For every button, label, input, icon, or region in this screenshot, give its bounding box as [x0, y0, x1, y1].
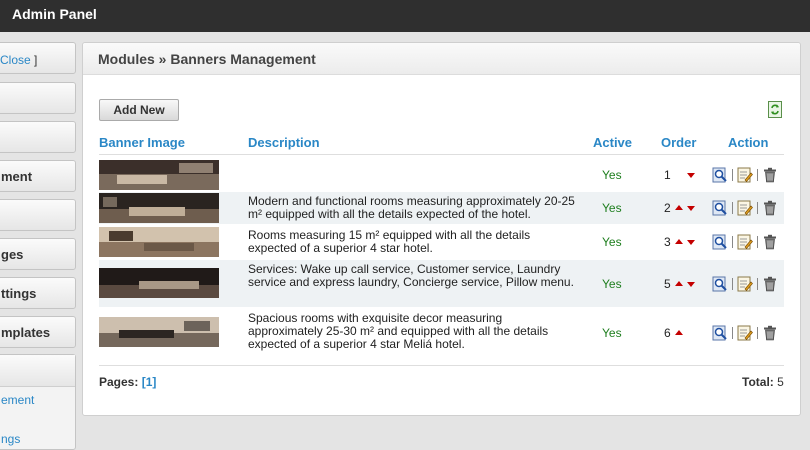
sidebar-item-7[interactable]: mplates	[0, 316, 76, 348]
close-link[interactable]: Close	[0, 53, 31, 67]
app-title: Admin Panel	[12, 6, 97, 22]
sidebar-item-label: ment	[1, 169, 33, 184]
row-active-status[interactable]: Yes	[602, 235, 622, 249]
banner-thumbnail[interactable]	[99, 160, 219, 190]
view-icon[interactable]	[712, 167, 728, 183]
table-row: Services: Wake up call service, Customer…	[99, 260, 784, 307]
action-separator	[757, 278, 758, 290]
move-up-icon[interactable]	[675, 239, 683, 244]
edit-icon[interactable]	[737, 234, 753, 250]
row-description: Modern and functional rooms measuring ap…	[248, 194, 575, 221]
add-new-button[interactable]: Add New	[99, 99, 179, 121]
sidebar-item-8[interactable]	[0, 355, 75, 387]
banner-thumbnail[interactable]	[99, 193, 219, 223]
table-row: Rooms measuring 15 m² equipped with all …	[99, 225, 784, 259]
sidebar-close: Close ]	[0, 53, 37, 67]
move-down-icon[interactable]	[687, 206, 695, 211]
sidebar-item-6[interactable]: ttings	[0, 277, 76, 309]
column-header-description[interactable]: Description	[248, 135, 320, 150]
total-count: Total: 5	[742, 375, 784, 389]
row-order-value: 1	[664, 168, 671, 182]
top-bar: Admin Panel	[0, 0, 810, 32]
action-separator	[732, 169, 733, 181]
move-up-icon[interactable]	[675, 330, 683, 335]
row-active-status[interactable]: Yes	[602, 201, 622, 215]
close-bracket: ]	[30, 53, 38, 67]
column-header-order[interactable]: Order	[661, 135, 696, 150]
header-divider	[99, 154, 784, 155]
sidebar: Close ] ment ges ttings mplates ement ng…	[0, 32, 78, 450]
refresh-icon[interactable]	[768, 101, 782, 118]
action-separator	[757, 236, 758, 248]
page-link-1[interactable]: [1]	[142, 375, 157, 389]
banner-thumbnail[interactable]	[99, 317, 219, 347]
action-separator	[757, 169, 758, 181]
table-row: Yes 1	[99, 159, 784, 191]
action-separator	[732, 202, 733, 214]
move-down-icon[interactable]	[687, 282, 695, 287]
banner-thumbnail[interactable]	[99, 227, 219, 257]
pagination: Pages: [1]	[99, 375, 156, 389]
sidebar-item-1[interactable]	[0, 82, 76, 114]
delete-icon[interactable]	[762, 234, 778, 250]
main-panel: Modules » Banners Management Add New Ban…	[82, 42, 801, 416]
action-separator	[732, 327, 733, 339]
table-row: Spacious rooms with exquisite decor meas…	[99, 308, 784, 356]
move-up-icon[interactable]	[675, 205, 683, 210]
view-icon[interactable]	[712, 234, 728, 250]
move-down-icon[interactable]	[687, 173, 695, 178]
footer-divider	[99, 365, 784, 366]
table-row: Modern and functional rooms measuring ap…	[99, 192, 784, 224]
sidebar-item-label: ges	[1, 247, 24, 262]
sidebar-item-label: ttings	[1, 286, 37, 301]
move-up-icon[interactable]	[675, 281, 683, 286]
row-description: Rooms measuring 15 m² equipped with all …	[248, 228, 531, 255]
delete-icon[interactable]	[762, 325, 778, 341]
edit-icon[interactable]	[737, 325, 753, 341]
row-active-status[interactable]: Yes	[602, 168, 622, 182]
edit-icon[interactable]	[737, 276, 753, 292]
move-down-icon[interactable]	[687, 240, 695, 245]
sidebar-open-section: ement ngs	[0, 354, 76, 450]
sidebar-item-3[interactable]: ment	[0, 160, 76, 192]
action-separator	[757, 202, 758, 214]
page-title: Modules » Banners Management	[98, 51, 316, 67]
sidebar-item-5[interactable]: ges	[0, 238, 76, 270]
row-description: Services: Wake up call service, Customer…	[248, 262, 574, 289]
total-label: Total:	[742, 375, 774, 389]
delete-icon[interactable]	[762, 200, 778, 216]
sidebar-item-2[interactable]	[0, 121, 76, 153]
action-separator	[757, 327, 758, 339]
sidebar-item-4[interactable]	[0, 199, 76, 231]
row-active-status[interactable]: Yes	[602, 326, 622, 340]
sidebar-sublink-2[interactable]: ngs	[1, 432, 20, 446]
column-header-banner-image[interactable]: Banner Image	[99, 135, 185, 150]
column-header-active[interactable]: Active	[593, 135, 632, 150]
row-order-value: 6	[664, 326, 671, 340]
sidebar-sublink-1[interactable]: ement	[1, 393, 34, 407]
row-description: Spacious rooms with exquisite decor meas…	[248, 311, 549, 351]
panel-header: Modules » Banners Management	[83, 43, 800, 75]
edit-icon[interactable]	[737, 200, 753, 216]
banner-thumbnail[interactable]	[99, 268, 219, 298]
view-icon[interactable]	[712, 276, 728, 292]
action-separator	[732, 278, 733, 290]
edit-icon[interactable]	[737, 167, 753, 183]
delete-icon[interactable]	[762, 276, 778, 292]
row-order-value: 5	[664, 277, 671, 291]
column-header-action: Action	[728, 135, 769, 150]
view-icon[interactable]	[712, 200, 728, 216]
pages-label: Pages:	[99, 375, 139, 389]
view-icon[interactable]	[712, 325, 728, 341]
delete-icon[interactable]	[762, 167, 778, 183]
action-separator	[732, 236, 733, 248]
row-order-value: 2	[664, 201, 671, 215]
row-active-status[interactable]: Yes	[602, 277, 622, 291]
row-order-value: 3	[664, 235, 671, 249]
sidebar-item-label: mplates	[1, 325, 51, 340]
total-value: 5	[777, 375, 784, 389]
